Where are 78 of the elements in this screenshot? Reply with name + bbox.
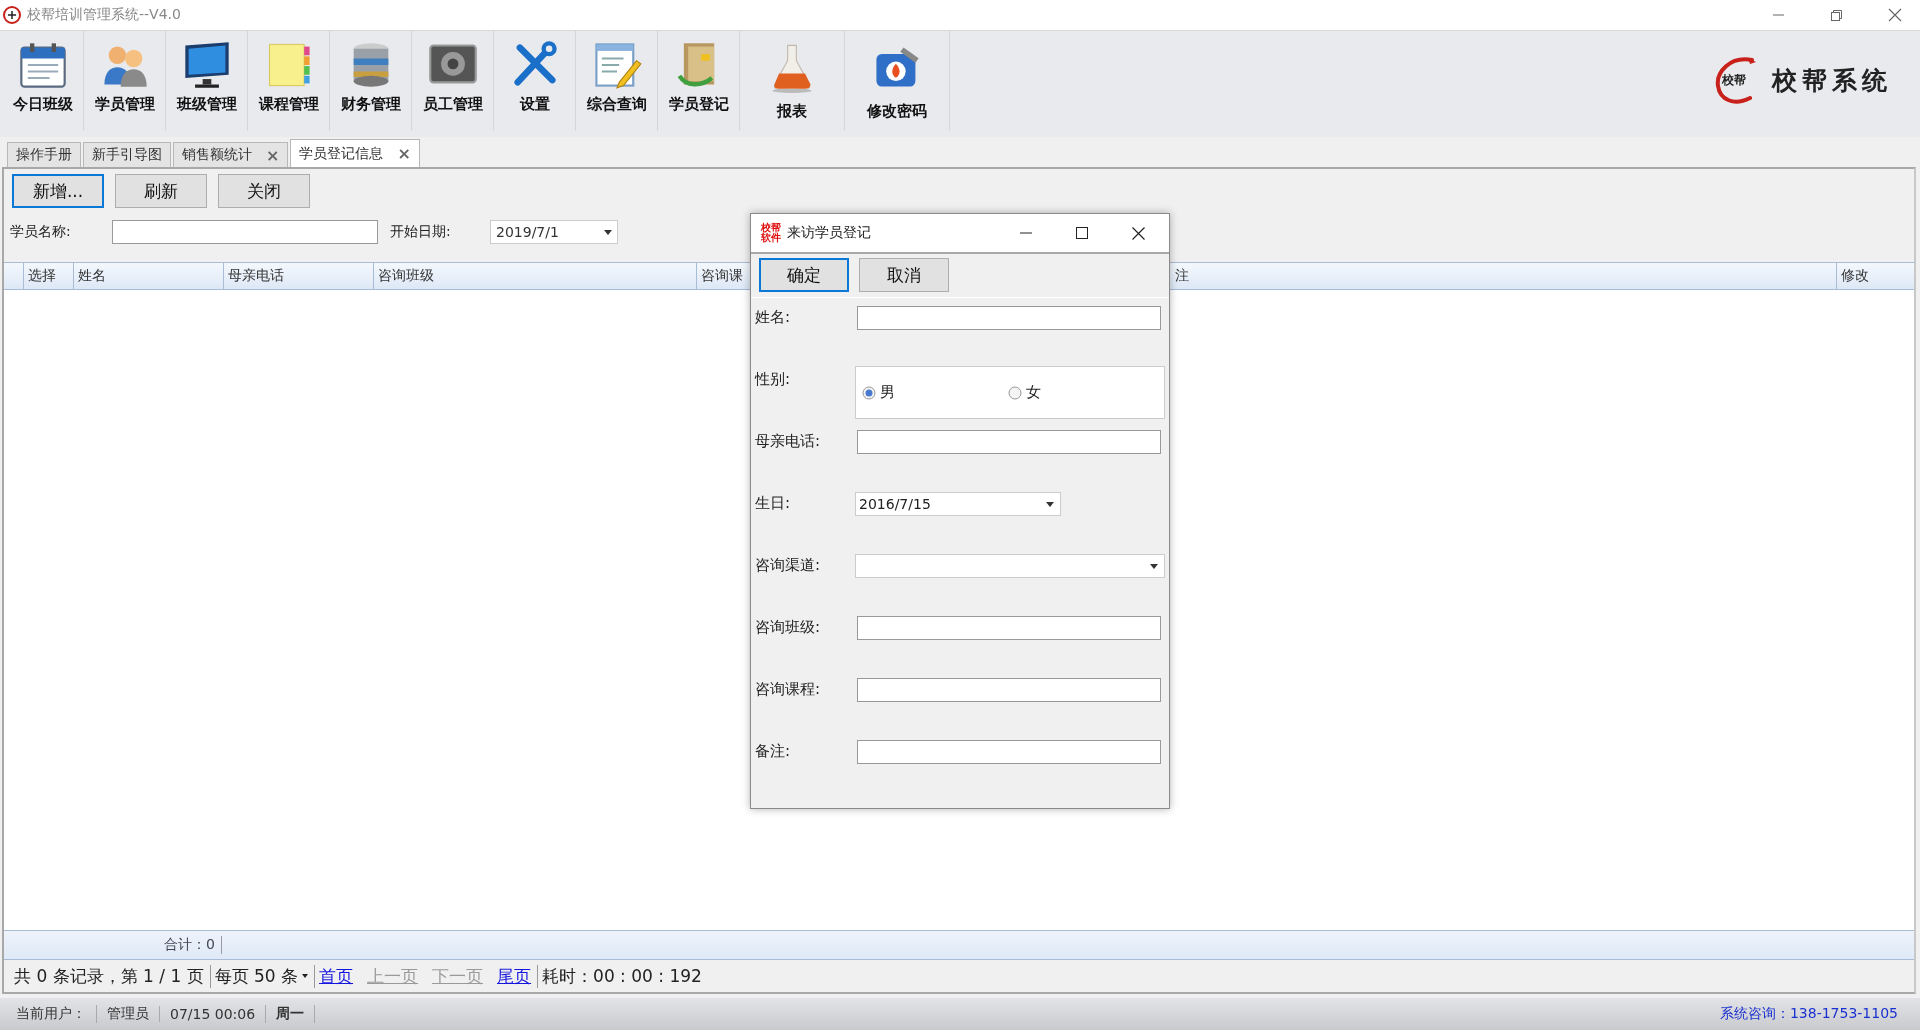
close-icon[interactable] — [1132, 226, 1145, 240]
toolbar-button[interactable]: 修改密码 — [845, 31, 950, 131]
field-label: 开始日期: — [390, 223, 452, 241]
dropdown-icon — [1046, 501, 1054, 507]
field-label: 母亲电话: — [755, 431, 822, 451]
maximize-icon[interactable] — [1076, 227, 1088, 239]
column-header: 咨询班级 — [374, 263, 697, 289]
tab[interactable]: 销售额统计 × — [173, 142, 289, 167]
radio-label[interactable]: 男 — [880, 383, 895, 402]
dialog-logo: 校帮软件 — [761, 223, 781, 243]
radio-icon[interactable] — [1008, 385, 1022, 400]
date-picker[interactable]: 2019/7/1 — [490, 220, 618, 244]
toolbar-button[interactable]: 今日班级 — [2, 31, 84, 131]
toolbar-button[interactable]: 综合查询 — [576, 31, 658, 131]
dialog-button[interactable]: 确定 — [759, 258, 849, 292]
toolbar-button[interactable]: 报表 — [740, 31, 845, 131]
tab[interactable]: 学员登记信息 × — [290, 139, 420, 167]
dialog-title: 来访学员登记 — [787, 224, 871, 242]
text-field[interactable] — [857, 430, 1161, 454]
field-label: 咨询渠道: — [755, 555, 822, 575]
toolbar-button[interactable]: 设置 — [494, 31, 576, 131]
close-tab-button[interactable]: × — [397, 144, 411, 163]
logo-name: 校帮系统 — [1772, 64, 1892, 97]
toolbar-button[interactable]: 班级管理 — [166, 31, 248, 131]
field-label: 咨询班级: — [755, 617, 822, 637]
toolbar-button[interactable]: 财务管理 — [330, 31, 412, 131]
toolbar-button[interactable]: 员工管理 — [412, 31, 494, 131]
status-time: 07/15 00:06 — [159, 1006, 266, 1022]
text-field[interactable] — [857, 616, 1161, 640]
column-header: 姓名 — [74, 263, 224, 289]
window-title: 校帮培训管理系统--V4.0 — [27, 6, 181, 24]
radio-selected-icon[interactable] — [862, 385, 876, 400]
tab-label[interactable]: 学员登记信息 — [299, 144, 384, 163]
field-label: 咨询课程: — [755, 679, 822, 699]
dropdown-icon — [302, 974, 309, 978]
column-header: 母亲电话 — [224, 263, 374, 289]
action-button[interactable]: 刷新 — [115, 174, 207, 208]
logo-text: 校帮 — [1722, 72, 1746, 89]
tab[interactable]: 新手引导图 — [83, 142, 171, 167]
page-link[interactable]: 尾页 — [497, 964, 532, 988]
field-label: 学员名称: — [10, 223, 72, 241]
page-size-dropdown[interactable]: 每页 50 条 — [210, 964, 316, 988]
toolbar-button[interactable]: 学员登记 — [658, 31, 740, 131]
date-picker[interactable]: 2016/7/15 — [855, 492, 1061, 516]
close-tab-button[interactable]: × — [266, 145, 280, 165]
dropdown-icon — [1150, 563, 1158, 569]
summary-total: 合计：0 — [164, 936, 222, 954]
radio-label[interactable]: 女 — [1026, 383, 1041, 402]
dropdown-icon — [604, 229, 612, 235]
field-label: 性别: — [755, 369, 792, 389]
action-button[interactable]: 关闭 — [218, 174, 310, 208]
field-label: 备注: — [755, 741, 792, 761]
record-count: 共 0 条记录，第 1 / 1 页 — [10, 964, 211, 988]
text-field[interactable] — [857, 678, 1161, 702]
field-label: 姓名: — [755, 307, 792, 327]
text-field[interactable] — [857, 740, 1161, 764]
dialog-button[interactable]: 取消 — [859, 258, 949, 292]
elapsed-time: 耗时：00 : 00 : 192 — [541, 964, 703, 988]
current-user: 管理员 — [96, 1005, 159, 1023]
tab[interactable]: 操作手册 — [7, 142, 81, 167]
column-header: 修改 — [1840, 266, 1870, 285]
tab-label[interactable]: 操作手册 — [16, 146, 72, 164]
tab-label[interactable]: 新手引导图 — [92, 146, 162, 164]
status-label: 当前用户： — [15, 1005, 87, 1023]
app-logo-icon — [3, 6, 21, 24]
status-weekday: 周一 — [265, 1005, 316, 1023]
toolbar-button[interactable]: 学员管理 — [84, 31, 166, 131]
contact-phone: 系统咨询：138-1753-1105 — [1718, 1005, 1899, 1023]
dropdown-field[interactable] — [855, 554, 1165, 578]
text-field[interactable] — [857, 306, 1161, 330]
restore-icon[interactable] — [1830, 8, 1843, 22]
column-header: 选择 — [24, 263, 74, 289]
tab-label[interactable]: 销售额统计 — [182, 146, 252, 164]
field-label: 生日: — [755, 493, 792, 513]
name-field[interactable] — [112, 220, 378, 244]
page-link[interactable]: 首页 — [319, 964, 354, 988]
action-button[interactable]: 新增... — [12, 174, 104, 208]
toolbar-button[interactable]: 课程管理 — [248, 31, 330, 131]
